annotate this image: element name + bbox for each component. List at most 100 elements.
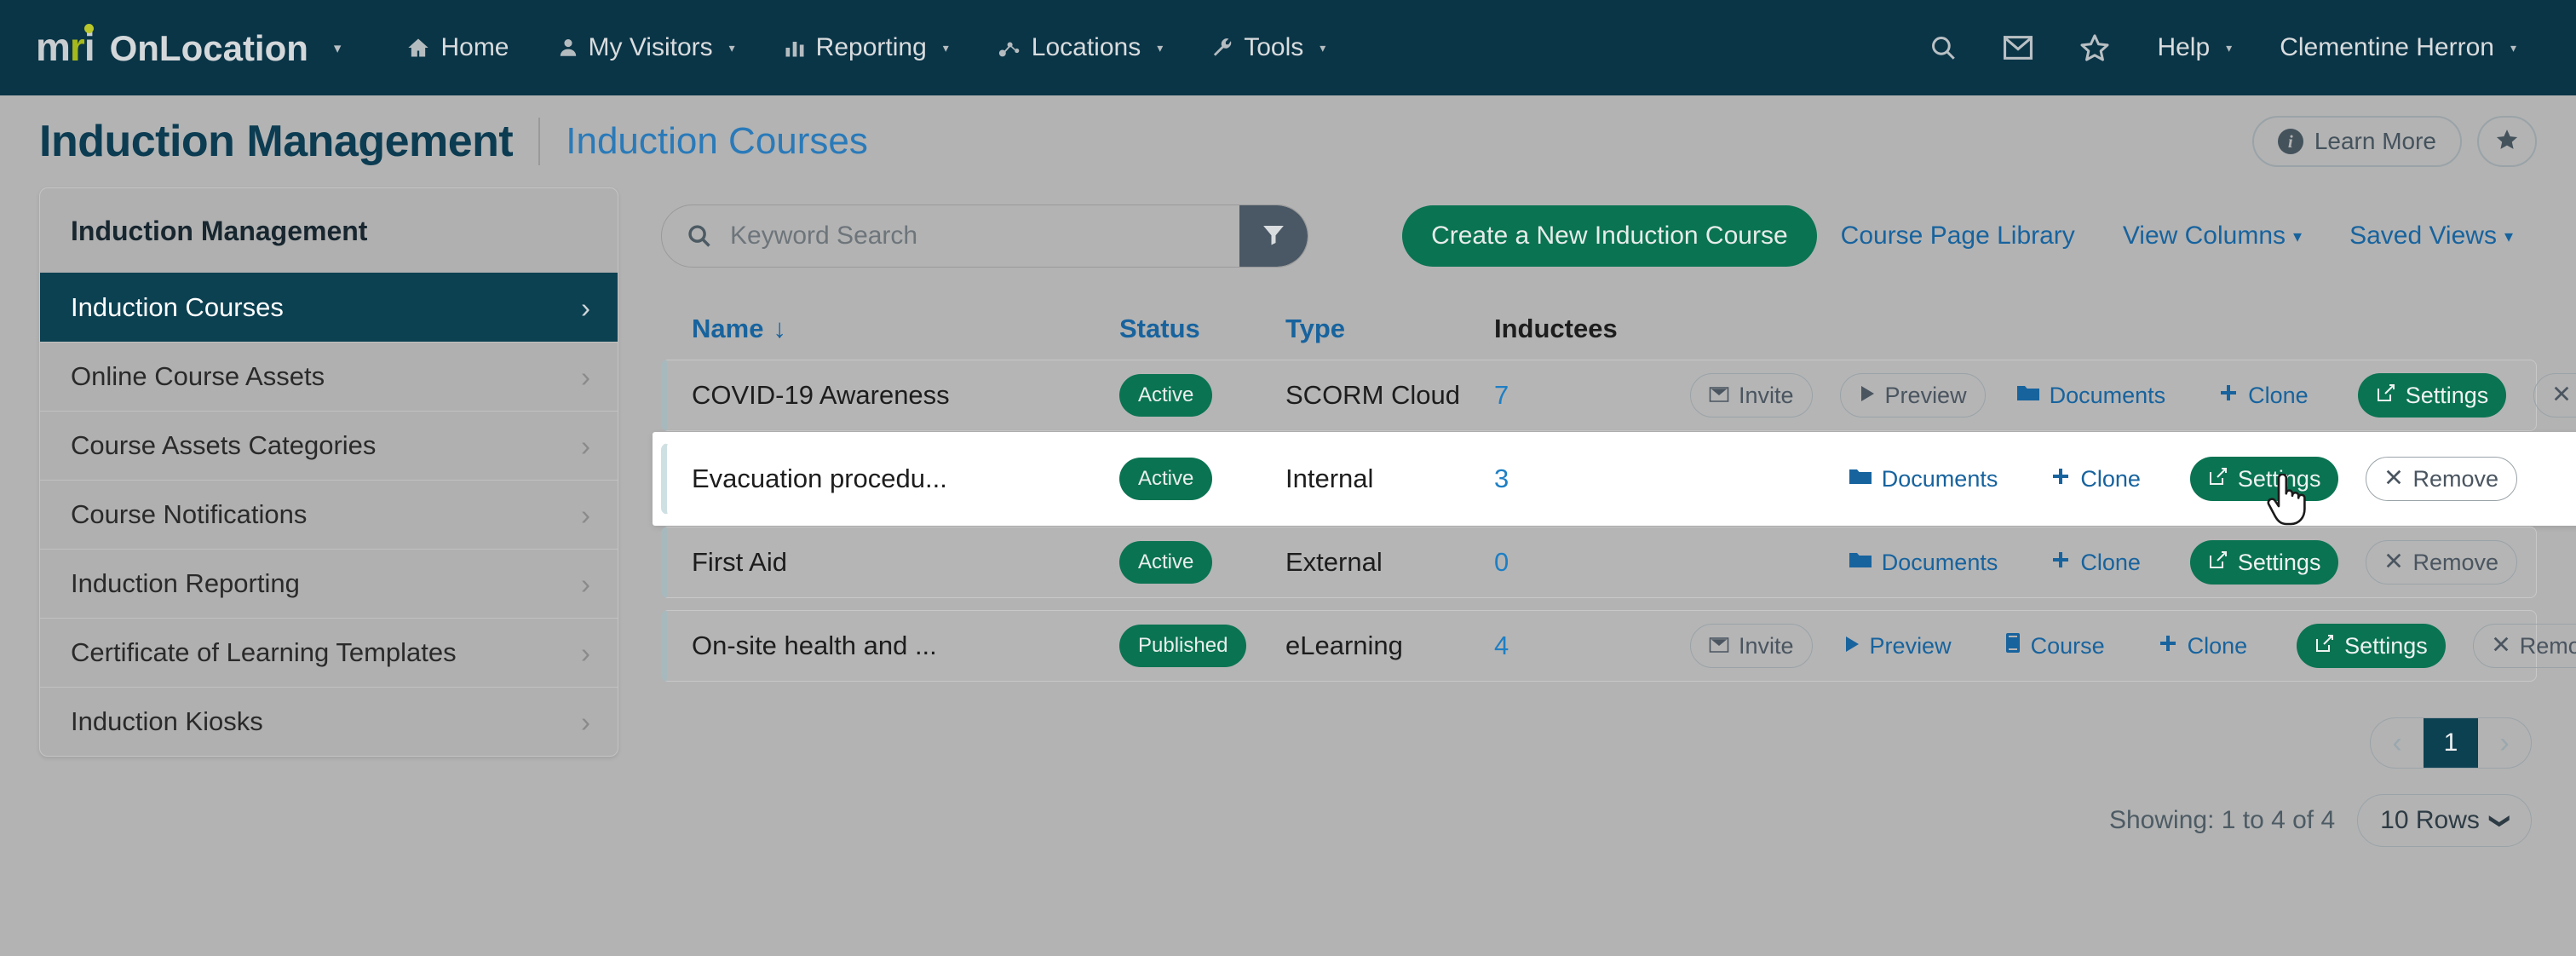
documents-label: Documents xyxy=(2049,382,2166,408)
create-new-induction-course-button[interactable]: Create a New Induction Course xyxy=(1402,205,1817,267)
clone-link[interactable]: Clone xyxy=(2154,633,2251,659)
sidebar-item-course-notifications[interactable]: Course Notifications › xyxy=(40,480,618,549)
clone-link[interactable]: Clone xyxy=(2047,550,2144,576)
settings-button[interactable]: Settings xyxy=(2297,624,2446,668)
logo-dot-icon xyxy=(83,23,94,33)
settings-button[interactable]: Settings xyxy=(2189,457,2339,501)
table-row[interactable]: On-site health and ... Published eLearni… xyxy=(661,610,2576,682)
filter-button[interactable] xyxy=(1239,205,1308,267)
documents-link[interactable]: Documents xyxy=(1845,466,2002,492)
top-navigation-bar: mri OnLocation ▾ Home My Visitors ▾ Repo… xyxy=(0,0,2576,95)
column-header-name[interactable]: Name ↓ xyxy=(676,314,1119,344)
remove-button[interactable]: Remove xyxy=(2366,540,2517,585)
nav-item-reporting-label: Reporting xyxy=(815,33,927,61)
learn-more-button[interactable]: i Learn More xyxy=(2251,116,2462,167)
nav-item-my-visitors[interactable]: My Visitors ▾ xyxy=(533,33,759,62)
cell-status: Active xyxy=(1119,374,1285,417)
plus-icon xyxy=(2218,383,2239,409)
title-divider xyxy=(538,118,541,165)
next-page-button[interactable]: › xyxy=(2478,718,2531,768)
course-link[interactable]: Course xyxy=(2001,632,2108,659)
inductees-count-link[interactable]: 3 xyxy=(1494,464,1509,494)
saved-views-dropdown[interactable]: Saved Views ▾ xyxy=(2326,222,2537,251)
plus-icon xyxy=(2050,466,2071,492)
sidebar-item-induction-reporting[interactable]: Induction Reporting › xyxy=(40,549,618,618)
column-header-status[interactable]: Status xyxy=(1119,314,1285,344)
logo-letter-m: m xyxy=(36,24,71,69)
chevron-right-icon: › xyxy=(581,360,590,393)
nav-item-reporting[interactable]: Reporting ▾ xyxy=(759,33,973,62)
envelope-icon[interactable] xyxy=(1980,33,2056,62)
table-row[interactable]: COVID-19 Awareness Active SCORM Cloud 7 xyxy=(661,360,2576,431)
home-icon xyxy=(405,36,431,60)
course-page-library-label: Course Page Library xyxy=(1840,222,2075,250)
close-icon xyxy=(2384,466,2403,492)
courses-table: Name ↓ Status Type Inductees COVID-19 Aw… xyxy=(653,298,2576,682)
preview-label: Preview xyxy=(1869,632,1952,659)
table-row-wrap: COVID-19 Awareness Active SCORM Cloud 7 xyxy=(661,360,2576,431)
inductees-count-link[interactable]: 4 xyxy=(1494,631,1509,661)
inductees-count-link[interactable]: 7 xyxy=(1494,380,1509,411)
star-outline-icon[interactable] xyxy=(2056,32,2133,63)
nav-item-tools[interactable]: Tools ▾ xyxy=(1187,33,1349,62)
rows-per-page-dropdown[interactable]: 10 Rows ❯ xyxy=(2357,794,2532,847)
row-actions: Invite Preview Course Clone Settings Rem… xyxy=(1690,624,2576,668)
chevron-down-icon: ▾ xyxy=(1157,40,1164,55)
user-icon xyxy=(557,36,579,60)
column-header-inductees-label: Inductees xyxy=(1494,314,1618,343)
row-actions: Invite Preview Documents Clone Settings xyxy=(1690,373,2576,418)
column-header-type[interactable]: Type xyxy=(1285,314,1494,344)
cell-type: SCORM Cloud xyxy=(1285,380,1460,410)
chevron-down-icon: ▾ xyxy=(2226,40,2233,55)
chevron-right-icon: › xyxy=(581,567,590,600)
inductees-count-link[interactable]: 0 xyxy=(1494,547,1509,578)
remove-button[interactable]: Remove xyxy=(2533,373,2576,418)
sidebar-item-certificate-of-learning-templates[interactable]: Certificate of Learning Templates › xyxy=(40,618,618,687)
table-row[interactable]: Evacuation procedu... Active Internal 3 xyxy=(661,443,2537,515)
sidebar-item-induction-kiosks[interactable]: Induction Kiosks › xyxy=(40,687,618,756)
preview-button[interactable]: Preview xyxy=(1839,373,1986,418)
cell-name: Evacuation procedu... xyxy=(692,464,947,493)
sidebar-item-course-assets-categories[interactable]: Course Assets Categories › xyxy=(40,411,618,480)
brand-dropdown-caret-icon[interactable]: ▾ xyxy=(334,41,342,55)
nav-item-user-menu[interactable]: Clementine Herron ▾ xyxy=(2256,33,2540,62)
page-number-1[interactable]: 1 xyxy=(2424,718,2478,768)
search-icon[interactable] xyxy=(1906,33,1980,62)
documents-link[interactable]: Documents xyxy=(2013,383,2170,409)
remove-button[interactable]: Remove xyxy=(2366,457,2517,501)
nav-item-tools-label: Tools xyxy=(1244,33,1304,61)
preview-link[interactable]: Preview xyxy=(1840,633,1955,659)
table-footer: Showing: 1 to 4 of 4 10 Rows ❯ xyxy=(661,794,2537,847)
clone-link[interactable]: Clone xyxy=(2215,383,2312,409)
row-actions: Documents Clone Settings Remove xyxy=(1690,540,2536,585)
nav-item-help[interactable]: Help ▾ xyxy=(2133,33,2256,62)
secondary-nav: Help ▾ Clementine Herron ▾ xyxy=(1906,32,2540,63)
course-page-library-link[interactable]: Course Page Library xyxy=(1817,222,2099,251)
invite-button[interactable]: Invite xyxy=(1690,373,1813,418)
clone-link[interactable]: Clone xyxy=(2047,466,2144,492)
table-row-wrap-highlighted: Evacuation procedu... Active Internal 3 xyxy=(653,432,2576,526)
brand-logo[interactable]: mri OnLocation xyxy=(36,23,308,69)
settings-button[interactable]: Settings xyxy=(2189,540,2339,585)
settings-button[interactable]: Settings xyxy=(2357,373,2507,418)
documents-link[interactable]: Documents xyxy=(1845,550,2002,576)
cell-status: Active xyxy=(1119,458,1285,500)
nav-item-locations[interactable]: Locations ▾ xyxy=(973,33,1187,62)
invite-label: Invite xyxy=(1739,382,1794,408)
clone-label: Clone xyxy=(2248,382,2309,408)
sidebar-item-induction-courses[interactable]: Induction Courses › xyxy=(40,273,618,342)
pagination: ‹ 1 › xyxy=(2370,717,2532,769)
view-columns-dropdown[interactable]: View Columns ▾ xyxy=(2099,222,2326,251)
play-icon xyxy=(1859,383,1876,409)
favorite-button[interactable] xyxy=(2477,116,2537,167)
chart-icon xyxy=(783,36,807,60)
sidebar-item-online-course-assets[interactable]: Online Course Assets › xyxy=(40,342,618,411)
invite-button[interactable]: Invite xyxy=(1690,624,1813,668)
search-input[interactable] xyxy=(730,222,1239,251)
folder-icon xyxy=(2016,383,2040,409)
table-row[interactable]: First Aid Active External 0 Documents Cl… xyxy=(661,527,2537,598)
nav-item-home[interactable]: Home xyxy=(382,33,532,62)
view-columns-label: View Columns xyxy=(2122,222,2286,250)
previous-page-button[interactable]: ‹ xyxy=(2371,718,2424,768)
remove-button[interactable]: Remove xyxy=(2472,624,2576,668)
